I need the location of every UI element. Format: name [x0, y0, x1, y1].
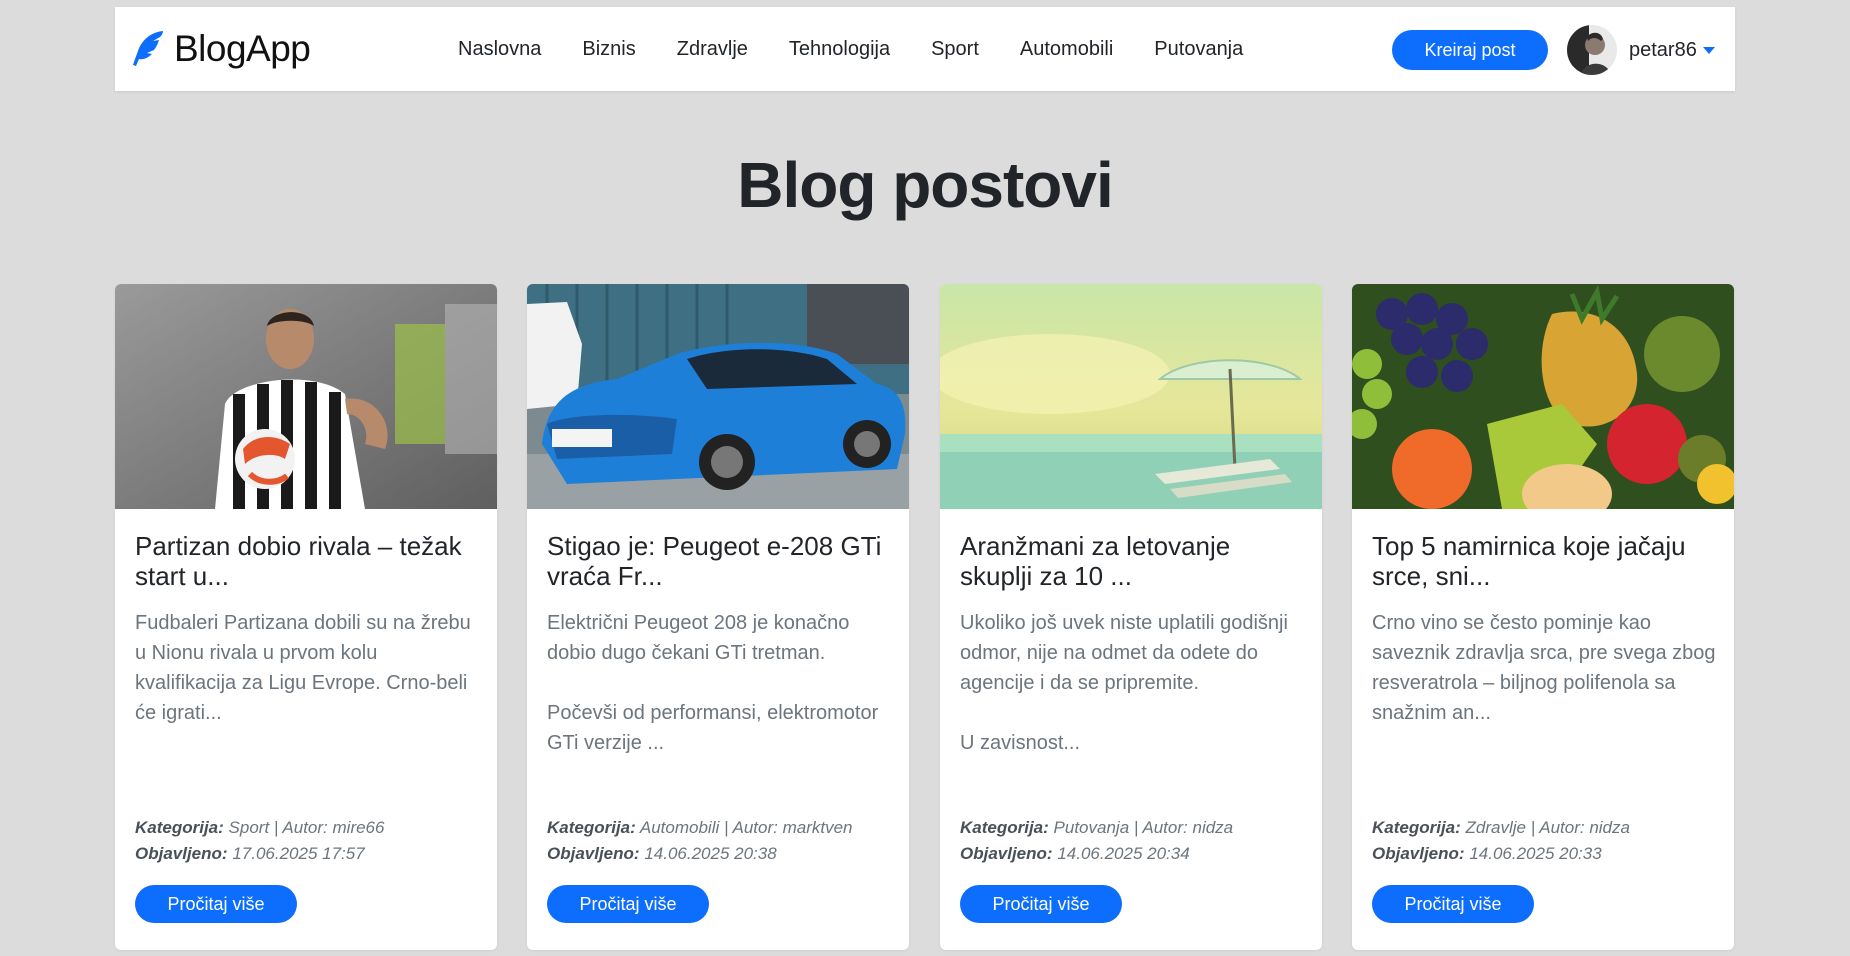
post-title[interactable]: Top 5 namirnica koje jačaju srce, sni... [1372, 531, 1717, 591]
post-card: Partizan dobio rivala – težak start u...… [115, 284, 497, 950]
post-date: 14.06.2025 20:38 [644, 844, 777, 863]
author-label: Autor: [282, 818, 328, 837]
post-excerpt: Električni Peugeot 208 je konačno dobio … [547, 612, 879, 754]
avatar [1567, 25, 1617, 75]
published-label: Objavljeno: [135, 844, 228, 863]
feather-icon [133, 31, 163, 66]
post-author: nidza [1192, 818, 1234, 837]
navbar: BlogApp Naslovna Biznis Zdravlje Tehnolo… [115, 7, 1735, 91]
category-label: Kategorija: [135, 818, 224, 837]
author-label: Autor: [732, 818, 778, 837]
post-excerpt: Crno vino se često pominje kao saveznik … [1372, 612, 1716, 724]
read-more-button[interactable]: Pročitaj više [547, 885, 709, 923]
post-category: Automobili [639, 818, 720, 837]
nav-item-naslovna[interactable]: Naslovna [458, 38, 541, 61]
card-body: Top 5 namirnica koje jačaju srce, sni...… [1352, 509, 1734, 950]
nav-item-automobili[interactable]: Automobili [1020, 38, 1113, 61]
post-image-beach [940, 284, 1322, 509]
nav-item-biznis[interactable]: Biznis [582, 38, 635, 61]
read-more-button[interactable]: Pročitaj više [960, 885, 1122, 923]
page-title: Blog postovi [737, 149, 1114, 221]
post-card: Stigao je: Peugeot e-208 GTi vraća Fr...… [527, 284, 909, 950]
post-category: Putovanja [1053, 818, 1130, 837]
category-label: Kategorija: [960, 818, 1049, 837]
post-excerpt: Ukoliko još uvek niste uplatili godišnji… [960, 612, 1288, 754]
published-label: Objavljeno: [547, 844, 640, 863]
card-body: Partizan dobio rivala – težak start u...… [115, 509, 497, 950]
main-nav: Naslovna Biznis Zdravlje Tehnologija Spo… [458, 7, 1284, 91]
caret-down-icon [1702, 46, 1715, 54]
post-excerpt: Fudbaleri Partizana dobili su na žrebu u… [135, 612, 471, 724]
post-image-fruit [1352, 284, 1734, 509]
post-title[interactable]: Aranžmani za letovanje skuplji za 10 ... [960, 531, 1305, 591]
post-title[interactable]: Partizan dobio rivala – težak start u... [135, 531, 480, 591]
post-author: marktven [782, 818, 853, 837]
create-post-button[interactable]: Kreiraj post [1392, 30, 1548, 70]
published-label: Objavljeno: [1372, 844, 1465, 863]
card-body: Stigao je: Peugeot e-208 GTi vraća Fr...… [527, 509, 909, 950]
post-card: Aranžmani za letovanje skuplji za 10 ...… [940, 284, 1322, 950]
nav-item-sport[interactable]: Sport [931, 38, 979, 61]
card-body: Aranžmani za letovanje skuplji za 10 ...… [940, 509, 1322, 950]
post-meta: Kategorija: Sport | Autor: mire66 Objavl… [135, 818, 385, 863]
read-more-button[interactable]: Pročitaj više [135, 885, 297, 923]
post-date: 14.06.2025 20:34 [1057, 844, 1190, 863]
nav-item-putovanja[interactable]: Putovanja [1154, 38, 1243, 61]
post-meta: Kategorija: Zdravlje | Autor: nidza Obja… [1372, 818, 1630, 863]
user-menu[interactable]: petar86 [1567, 25, 1715, 75]
post-meta: Kategorija: Putovanja | Autor: nidza Obj… [960, 818, 1234, 863]
post-image-football-player [115, 284, 497, 509]
post-category: Zdravlje [1465, 818, 1526, 837]
category-label: Kategorija: [1372, 818, 1461, 837]
post-category: Sport [228, 818, 270, 837]
post-date: 14.06.2025 20:33 [1469, 844, 1602, 863]
author-label: Autor: [1539, 818, 1585, 837]
post-author: nidza [1589, 818, 1630, 837]
published-label: Objavljeno: [960, 844, 1053, 863]
brand-link[interactable]: BlogApp [130, 28, 311, 70]
post-meta: Kategorija: Automobili | Autor: marktven… [547, 818, 853, 863]
post-date: 17.06.2025 17:57 [232, 844, 365, 863]
author-label: Autor: [1142, 818, 1188, 837]
brand-name: BlogApp [174, 28, 311, 69]
post-image-blue-car [527, 284, 909, 509]
post-author: mire66 [332, 818, 385, 837]
post-card: Top 5 namirnica koje jačaju srce, sni...… [1352, 284, 1734, 950]
post-title[interactable]: Stigao je: Peugeot e-208 GTi vraća Fr... [547, 531, 892, 591]
read-more-button[interactable]: Pročitaj više [1372, 885, 1534, 923]
nav-item-tehnologija[interactable]: Tehnologija [789, 38, 890, 61]
nav-item-zdravlje[interactable]: Zdravlje [677, 38, 748, 61]
username: petar86 [1629, 38, 1697, 61]
category-label: Kategorija: [547, 818, 636, 837]
